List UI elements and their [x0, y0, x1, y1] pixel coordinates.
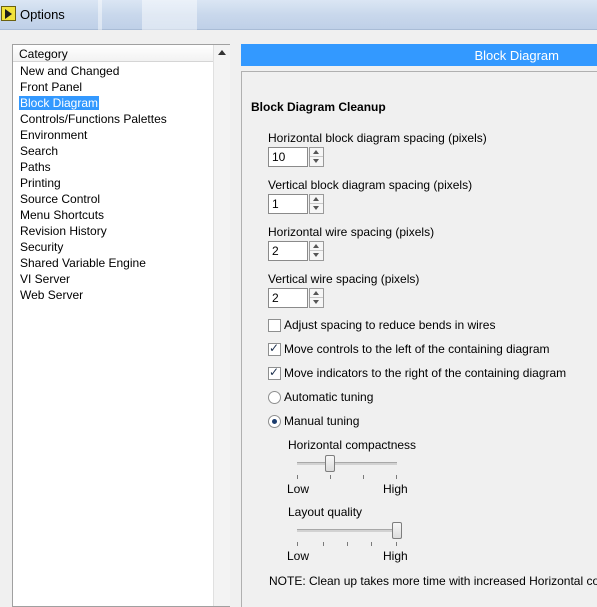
v-block-spacing-input[interactable]: 1 [268, 194, 308, 214]
category-item-controls-functions-palettes[interactable]: Controls/Functions Palettes [13, 111, 213, 127]
category-item-new-and-changed[interactable]: New and Changed [13, 63, 213, 79]
manual-tuning-label: Manual tuning [284, 414, 360, 428]
adjust-bends-checkbox[interactable] [268, 319, 281, 332]
labview-app-icon[interactable] [1, 6, 16, 21]
h-block-spacing-label: Horizontal block diagram spacing (pixels… [268, 131, 487, 145]
slider-tick [323, 542, 324, 546]
slider-tick [396, 542, 397, 546]
horizontal-compactness-high: High [383, 482, 408, 496]
category-item-menu-shortcuts[interactable]: Menu Shortcuts [13, 207, 213, 223]
h-wire-spacing-label: Horizontal wire spacing (pixels) [268, 225, 435, 239]
category-item-block-diagram[interactable]: Block Diagram [13, 95, 213, 111]
increment-arrow-icon[interactable] [310, 195, 323, 204]
category-listbox[interactable]: Category New and Changed Front Panel Blo… [12, 44, 230, 607]
move-controls-checkbox[interactable] [268, 341, 281, 356]
category-list: New and Changed Front Panel Block Diagra… [13, 63, 213, 303]
slider-tick [371, 542, 372, 546]
h-block-spacing-spinner[interactable] [309, 147, 324, 167]
h-wire-spacing-spinner[interactable] [309, 241, 324, 261]
layout-quality-low: Low [287, 549, 310, 563]
category-item-front-panel[interactable]: Front Panel [13, 79, 213, 95]
v-block-spacing-label: Vertical block diagram spacing (pixels) [268, 178, 473, 192]
category-item-shared-variable-engine[interactable]: Shared Variable Engine [13, 255, 213, 271]
layout-quality-label: Layout quality [288, 505, 363, 519]
section-header: Block Diagram [241, 44, 597, 66]
adjust-bends-label: Adjust spacing to reduce bends in wires [284, 318, 496, 332]
slider-tick [363, 475, 364, 479]
move-indicators-checkbox[interactable] [268, 365, 281, 380]
h-block-spacing-input[interactable]: 10 [268, 147, 308, 167]
decrement-arrow-icon[interactable] [310, 298, 323, 307]
glass-highlight [142, 0, 197, 30]
h-wire-spacing-input[interactable]: 2 [268, 241, 308, 261]
slider-tick [347, 542, 348, 546]
v-wire-spacing-numeric[interactable]: 2 [268, 288, 324, 308]
category-item-security[interactable]: Security [13, 239, 213, 255]
window-title: Options [20, 7, 65, 22]
layout-quality-thumb[interactable] [392, 522, 402, 539]
v-block-spacing-numeric[interactable]: 1 [268, 194, 324, 214]
automatic-tuning-label: Automatic tuning [284, 390, 374, 404]
slider-tick [330, 475, 331, 479]
cleanup-note: NOTE: Clean up takes more time with incr… [269, 574, 597, 588]
h-wire-spacing-numeric[interactable]: 2 [268, 241, 324, 261]
move-controls-label: Move controls to the left of the contain… [284, 342, 550, 356]
slider-track[interactable] [297, 529, 397, 532]
category-scrollbar[interactable] [213, 45, 230, 606]
decrement-arrow-icon[interactable] [310, 157, 323, 166]
glass-highlight [98, 0, 102, 30]
increment-arrow-icon[interactable] [310, 148, 323, 157]
slider-tick [297, 542, 298, 546]
horizontal-compactness-thumb[interactable] [325, 455, 335, 472]
horizontal-compactness-low: Low [287, 482, 310, 496]
category-column-header: Category [13, 45, 213, 62]
increment-arrow-icon[interactable] [310, 289, 323, 298]
automatic-tuning-radio[interactable] [268, 391, 281, 404]
group-title: Block Diagram Cleanup [251, 100, 386, 114]
v-block-spacing-spinner[interactable] [309, 194, 324, 214]
move-indicators-label: Move indicators to the right of the cont… [284, 366, 567, 380]
slider-tick [396, 475, 397, 479]
title-bar: Options [0, 0, 597, 30]
section-title: Block Diagram [474, 48, 559, 63]
v-wire-spacing-input[interactable]: 2 [268, 288, 308, 308]
v-wire-spacing-spinner[interactable] [309, 288, 324, 308]
decrement-arrow-icon[interactable] [310, 204, 323, 213]
slider-track[interactable] [297, 462, 397, 465]
v-wire-spacing-label: Vertical wire spacing (pixels) [268, 272, 420, 286]
category-item-printing[interactable]: Printing [13, 175, 213, 191]
scroll-up-arrow-icon[interactable] [218, 50, 226, 55]
horizontal-compactness-label: Horizontal compactness [288, 438, 417, 452]
h-block-spacing-numeric[interactable]: 10 [268, 147, 324, 167]
category-item-search[interactable]: Search [13, 143, 213, 159]
category-item-vi-server[interactable]: VI Server [13, 271, 213, 287]
category-item-environment[interactable]: Environment [13, 127, 213, 143]
manual-tuning-radio[interactable] [268, 415, 281, 428]
category-item-paths[interactable]: Paths [13, 159, 213, 175]
category-item-revision-history[interactable]: Revision History [13, 223, 213, 239]
slider-tick [297, 475, 298, 479]
block-diagram-options-panel: Block Diagram Cleanup Horizontal block d… [241, 71, 597, 607]
category-item-source-control[interactable]: Source Control [13, 191, 213, 207]
decrement-arrow-icon[interactable] [310, 251, 323, 260]
layout-quality-high: High [383, 549, 408, 563]
increment-arrow-icon[interactable] [310, 242, 323, 251]
category-item-web-server[interactable]: Web Server [13, 287, 213, 303]
